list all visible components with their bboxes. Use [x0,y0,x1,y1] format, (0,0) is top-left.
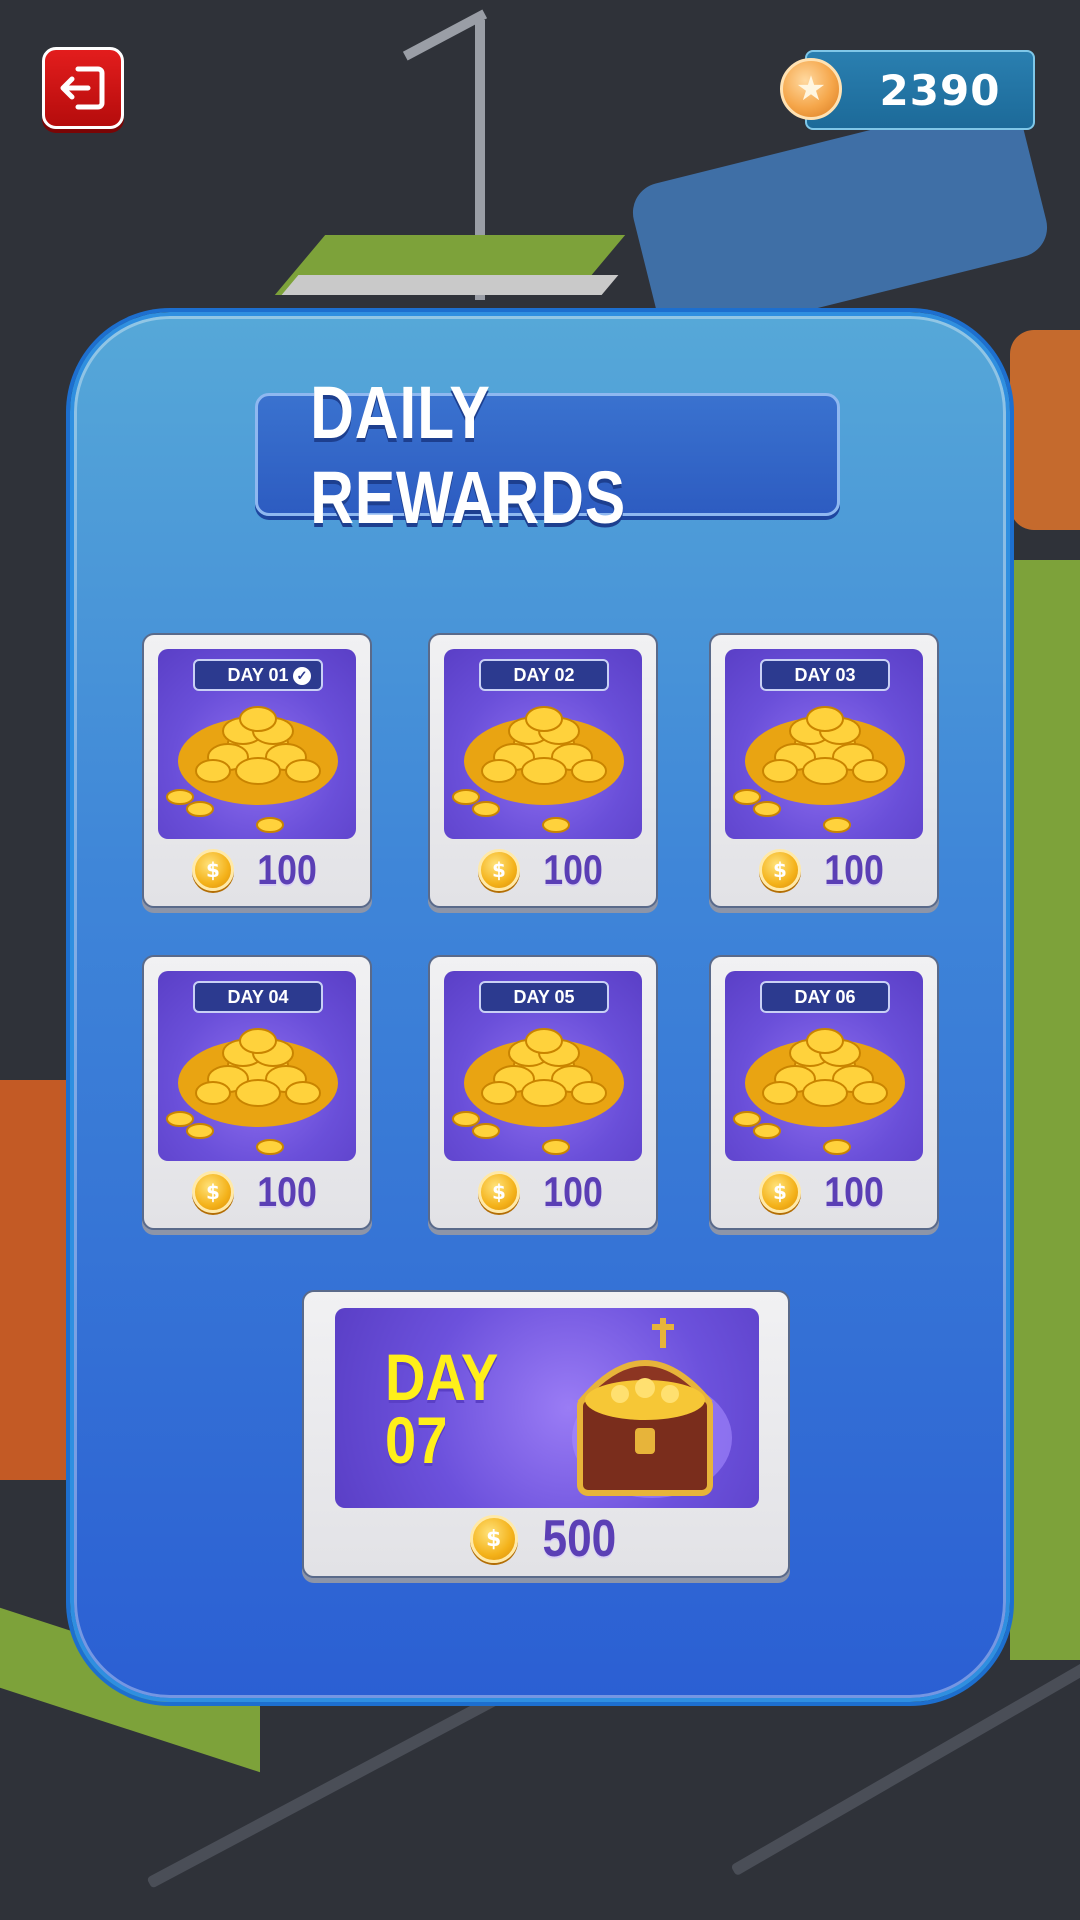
day-label: DAY 01 ✓ [193,659,323,691]
reward-amount: 100 [824,1168,884,1215]
day-label-text: DAY 02 [513,664,575,685]
reward-amount-row: $100 [711,1164,937,1220]
reward-amount-row: $100 [430,1164,656,1220]
reward-art: DAY 01 ✓ [158,649,356,839]
coin-icon: $ [191,1171,234,1213]
reward-amount: 100 [824,846,884,893]
coin-icon: $ [191,849,234,891]
curb [281,275,619,295]
day7-number: 07 [385,1402,448,1477]
day-label-text: DAY 06 [794,986,856,1007]
reward-card-day-06[interactable]: DAY 06 $100 [709,955,939,1230]
reward-card-day-01[interactable]: DAY 01 ✓ $100 [142,633,372,908]
star-coin-icon: ★ [780,58,842,120]
reward-amount: 500 [542,1510,616,1568]
panel-title: DAILY REWARDS [310,370,627,539]
building [0,1080,70,1480]
parked-car-blue [626,93,1054,347]
coin-icon: $ [477,849,520,891]
reward-art: DAY 04 [158,971,356,1161]
day-label-text: DAY 04 [227,986,289,1007]
day-label: DAY 02 [479,659,609,691]
day-label-text: DAY 01 [227,664,289,685]
reward-art: DAY 02 [444,649,642,839]
exit-icon [60,66,105,110]
reward-card-day-04[interactable]: DAY 04 $100 [142,955,372,1230]
reward-card-day-03[interactable]: DAY 03 $100 [709,633,939,908]
reward-art: DAY 07 [335,1308,759,1508]
day-label: DAY 04 [193,981,323,1013]
day7-word: DAY [385,1340,499,1414]
reward-card-day-02[interactable]: DAY 02 $100 [428,633,658,908]
reward-art: DAY 06 [725,971,923,1161]
reward-art: DAY 05 [444,971,642,1161]
coin-icon: $ [469,1515,518,1563]
reward-card-day-05[interactable]: DAY 05 $100 [428,955,658,1230]
day-label-text: DAY 03 [794,664,856,685]
coin-icon: $ [477,1171,520,1213]
reward-amount-row: $100 [144,842,370,898]
reward-amount-row: $100 [144,1164,370,1220]
coin-balance-value: 2390 [879,65,1001,115]
reward-amount: 100 [257,846,317,893]
treasure-chest-icon [572,1318,732,1498]
day-label: DAY 06 [760,981,890,1013]
reward-amount: 100 [257,1168,317,1215]
reward-amount: 100 [543,846,603,893]
reward-amount-row: $ 500 [304,1508,788,1570]
day-label-text: DAY 05 [513,986,575,1007]
day-label: DAY 03 [760,659,890,691]
title-plate: DAILY REWARDS [255,371,840,539]
parked-car-orange [1010,330,1080,530]
day-label: DAY 05 [479,981,609,1013]
day7-label: DAY 07 [385,1340,499,1477]
exit-button[interactable] [42,47,124,129]
reward-amount-row: $100 [430,842,656,898]
reward-amount-row: $100 [711,842,937,898]
coin-icon: $ [758,1171,801,1213]
reward-art: DAY 03 [725,649,923,839]
grass-strip-right [1010,560,1080,1660]
reward-amount: 100 [543,1168,603,1215]
check-icon: ✓ [293,667,311,685]
reward-card-day-07[interactable]: DAY 07 $ 500 [302,1290,790,1578]
coin-icon: $ [758,849,801,891]
